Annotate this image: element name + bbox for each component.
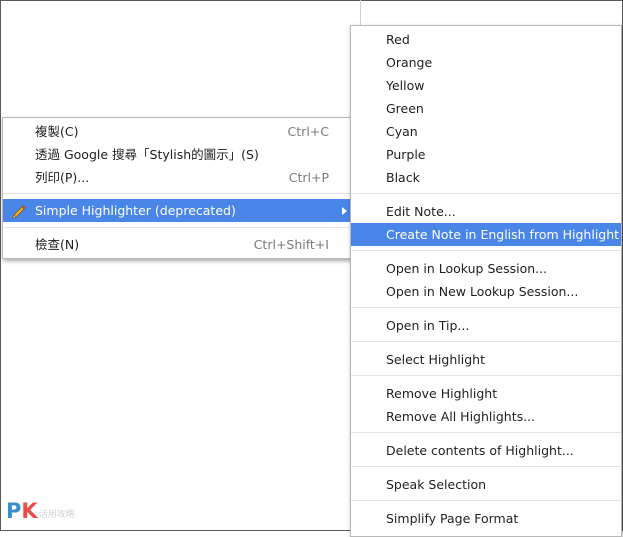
menu-item-shortcut: Ctrl+C xyxy=(287,124,329,139)
pencil-icon xyxy=(12,205,26,219)
submenu-item-label: Remove All Highlights... xyxy=(386,409,536,424)
submenu-item-orange[interactable]: Orange xyxy=(351,51,621,74)
highlighter-submenu: Red Orange Yellow Green Cyan Purple Blac… xyxy=(350,25,622,537)
chevron-right-icon xyxy=(342,207,347,215)
submenu-item-label: Black xyxy=(386,170,420,185)
menu-item-shortcut: Ctrl+Shift+I xyxy=(253,237,329,252)
submenu-item-cyan[interactable]: Cyan xyxy=(351,120,621,143)
submenu-item-label: Purple xyxy=(386,147,426,162)
submenu-item-remove-highlight[interactable]: Remove Highlight xyxy=(351,382,621,405)
submenu-item-label: Orange xyxy=(386,55,433,70)
menu-separator xyxy=(351,500,621,501)
submenu-item-speak-selection[interactable]: Speak Selection xyxy=(351,473,621,496)
menu-item-label: Simple Highlighter (deprecated) xyxy=(35,203,236,218)
submenu-item-select-highlight[interactable]: Select Highlight xyxy=(351,348,621,371)
submenu-item-open-tip[interactable]: Open in Tip... xyxy=(351,314,621,337)
pk-watermark-logo: PK活用攻略 xyxy=(6,498,75,524)
submenu-item-create-note[interactable]: Create Note in English from Highlight xyxy=(351,223,621,246)
submenu-item-open-lookup[interactable]: Open in Lookup Session... xyxy=(351,257,621,280)
menu-item-label: 複製(C) xyxy=(35,124,79,139)
submenu-item-label: Create Note in English from Highlight xyxy=(386,227,620,242)
menu-item-label: 透過 Google 搜尋「Stylish的圖示」(S) xyxy=(35,147,259,162)
menu-item-inspect[interactable]: 檢查(N) Ctrl+Shift+I xyxy=(3,233,352,256)
submenu-item-label: Select Highlight xyxy=(386,352,485,367)
menu-item-simple-highlighter[interactable]: Simple Highlighter (deprecated) xyxy=(3,199,352,222)
submenu-item-purple[interactable]: Purple xyxy=(351,143,621,166)
submenu-item-label: Speak Selection xyxy=(386,477,487,492)
submenu-item-label: Open in Lookup Session... xyxy=(386,261,548,276)
submenu-item-label: Cyan xyxy=(386,124,418,139)
context-menu: 複製(C) Ctrl+C 透過 Google 搜尋「Stylish的圖示」(S)… xyxy=(2,117,353,259)
submenu-item-label: Open in New Lookup Session... xyxy=(386,284,579,299)
logo-subtext: 活用攻略 xyxy=(38,510,75,520)
menu-separator xyxy=(351,375,621,376)
menu-separator xyxy=(351,307,621,308)
menu-separator xyxy=(351,250,621,251)
menu-separator xyxy=(3,193,352,194)
submenu-item-label: Open in Tip... xyxy=(386,318,470,333)
submenu-item-remove-all-highlights[interactable]: Remove All Highlights... xyxy=(351,405,621,428)
menu-item-label: 列印(P)... xyxy=(35,170,90,185)
menu-item-copy[interactable]: 複製(C) Ctrl+C xyxy=(3,120,352,143)
submenu-item-red[interactable]: Red xyxy=(351,28,621,51)
submenu-item-simplify-page[interactable]: Simplify Page Format xyxy=(351,507,621,530)
menu-item-label: 檢查(N) xyxy=(35,237,80,252)
submenu-item-label: Green xyxy=(386,101,424,116)
submenu-item-edit-note[interactable]: Edit Note... xyxy=(351,200,621,223)
logo-letter-p: P xyxy=(6,499,22,523)
menu-item-shortcut: Ctrl+P xyxy=(288,170,329,185)
submenu-item-yellow[interactable]: Yellow xyxy=(351,74,621,97)
logo-letter-k: K xyxy=(21,499,38,523)
menu-item-google-search[interactable]: 透過 Google 搜尋「Stylish的圖示」(S) xyxy=(3,143,352,166)
submenu-item-open-new-lookup[interactable]: Open in New Lookup Session... xyxy=(351,280,621,303)
menu-separator xyxy=(351,432,621,433)
menu-separator xyxy=(351,466,621,467)
submenu-item-label: Edit Note... xyxy=(386,204,456,219)
submenu-item-delete-contents[interactable]: Delete contents of Highlight... xyxy=(351,439,621,462)
submenu-item-label: Yellow xyxy=(386,78,425,93)
menu-separator xyxy=(351,193,621,194)
submenu-item-label: Red xyxy=(386,32,410,47)
submenu-item-label: Remove Highlight xyxy=(386,386,498,401)
submenu-item-label: Delete contents of Highlight... xyxy=(386,443,574,458)
menu-separator xyxy=(3,227,352,228)
submenu-item-black[interactable]: Black xyxy=(351,166,621,189)
background-divider xyxy=(360,0,361,28)
menu-item-print[interactable]: 列印(P)... Ctrl+P xyxy=(3,166,352,189)
menu-separator xyxy=(351,341,621,342)
submenu-item-green[interactable]: Green xyxy=(351,97,621,120)
submenu-item-label: Simplify Page Format xyxy=(386,511,519,526)
